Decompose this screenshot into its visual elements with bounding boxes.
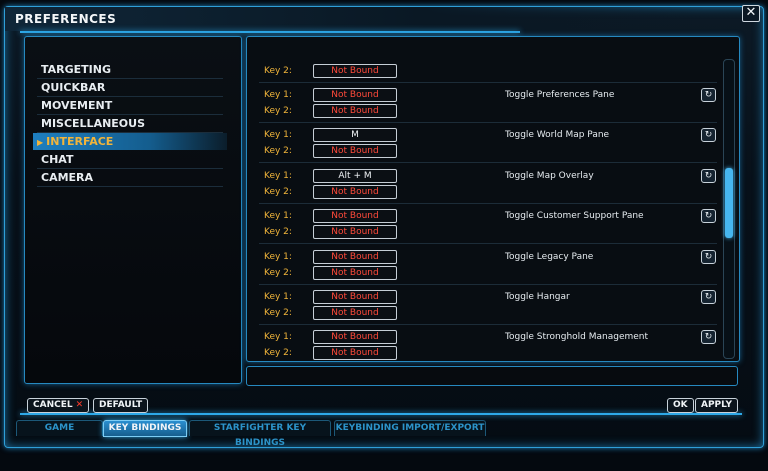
category-chat[interactable]: CHAT [37, 151, 223, 169]
row-divider [259, 122, 717, 123]
key1-binding-box[interactable]: Not Bound [313, 209, 397, 223]
key1-label: Key 1: [264, 90, 292, 100]
close-button[interactable]: ✕ [742, 5, 760, 22]
category-label: MOVEMENT [41, 99, 113, 112]
key2-binding-box[interactable]: Not Bound [313, 346, 397, 360]
key2-binding-box[interactable]: Not Bound [313, 306, 397, 320]
category-interface[interactable]: ▶ INTERFACE [33, 133, 227, 150]
action-label: Toggle Map Overlay [505, 171, 594, 181]
key1-binding-box[interactable]: Not Bound [313, 250, 397, 264]
key2-label: Key 2: [264, 187, 292, 197]
key1-label: Key 1: [264, 332, 292, 342]
reset-binding-icon[interactable]: ↻ [701, 209, 716, 223]
action-label: Toggle Legacy Pane [505, 252, 594, 262]
row-divider [259, 162, 717, 163]
reset-binding-icon[interactable]: ↻ [701, 330, 716, 344]
category-label: INTERFACE [46, 135, 114, 148]
category-miscellaneous[interactable]: MISCELLANEOUS [37, 115, 223, 133]
row-divider [259, 203, 717, 204]
cancel-label: CANCEL [33, 400, 73, 410]
tab-game[interactable]: GAME [16, 420, 103, 436]
row-divider [259, 284, 717, 285]
bottom-accent-line [20, 413, 742, 415]
ok-button[interactable]: OK [667, 398, 694, 413]
category-label: QUICKBAR [41, 81, 106, 94]
scrollbar-thumb[interactable] [725, 168, 733, 238]
tab-keybinding-import-export[interactable]: KEYBINDING IMPORT/EXPORT [334, 420, 486, 436]
key2-label: Key 2: [264, 268, 292, 278]
category-label: CHAT [41, 153, 74, 166]
default-button[interactable]: DEFAULT [93, 398, 149, 413]
tab-starfighter-key-bindings[interactable]: STARFIGHTER KEY BINDINGS [189, 420, 331, 448]
category-movement[interactable]: MOVEMENT [37, 97, 223, 115]
key2-label: Key 2: [264, 348, 292, 358]
apply-button[interactable]: APPLY [695, 398, 739, 413]
description-bar [246, 366, 738, 386]
category-label: MISCELLANEOUS [41, 117, 146, 130]
key2-binding-box[interactable]: Not Bound [313, 225, 397, 239]
cancel-x-icon: ✕ [75, 400, 84, 410]
key1-label: Key 1: [264, 252, 292, 262]
window-title: PREFERENCES [15, 12, 117, 26]
cancel-button[interactable]: CANCEL ✕ [27, 398, 90, 413]
top-accent-line [20, 31, 520, 33]
key2-label: Key 2: [264, 227, 292, 237]
row-divider [259, 324, 717, 325]
key2-binding-box[interactable]: Not Bound [313, 185, 397, 199]
reset-binding-icon[interactable]: ↻ [701, 88, 716, 102]
key1-label: Key 1: [264, 292, 292, 302]
reset-binding-icon[interactable]: ↻ [701, 128, 716, 142]
category-camera[interactable]: CAMERA [37, 169, 223, 187]
key1-binding-box[interactable]: Not Bound [313, 88, 397, 102]
category-targeting[interactable]: TARGETING [37, 61, 223, 79]
action-label: Toggle Hangar [505, 292, 570, 302]
action-label: Toggle Customer Support Pane [505, 211, 644, 221]
key1-binding-box[interactable]: M [313, 128, 397, 142]
action-label: Toggle World Map Pane [505, 130, 610, 140]
key1-label: Key 1: [264, 130, 292, 140]
key1-label: Key 1: [264, 171, 292, 181]
key2-binding-box[interactable]: Not Bound [313, 266, 397, 280]
row-divider [259, 82, 717, 83]
category-list: TARGETING QUICKBAR MOVEMENT MISCELLANEOU… [24, 36, 242, 384]
key2-label: Key 2: [264, 146, 292, 156]
key1-binding-box[interactable]: Alt + M [313, 169, 397, 183]
selected-arrow-icon: ▶ [37, 138, 44, 147]
reset-binding-icon[interactable]: ↻ [701, 250, 716, 264]
row-divider [259, 243, 717, 244]
reset-binding-icon[interactable]: ↻ [701, 169, 716, 183]
key1-binding-box[interactable]: Not Bound [313, 290, 397, 304]
key2-label: Key 2: [264, 308, 292, 318]
key2-binding-box[interactable]: Not Bound [313, 104, 397, 118]
keybinding-list: Key 2: Not Bound Key 1: Not Bound Key 2:… [246, 36, 740, 362]
key2-label: Key 2: [264, 66, 292, 76]
key2-binding-box[interactable]: Not Bound [313, 64, 397, 78]
action-label: Toggle Preferences Pane [505, 90, 615, 100]
key2-binding-box[interactable]: Not Bound [313, 144, 397, 158]
key2-label: Key 2: [264, 106, 292, 116]
category-label: CAMERA [41, 171, 94, 184]
category-quickbar[interactable]: QUICKBAR [37, 79, 223, 97]
category-label: TARGETING [41, 63, 112, 76]
tab-key-bindings[interactable]: KEY BINDINGS [103, 420, 187, 437]
key1-label: Key 1: [264, 211, 292, 221]
reset-binding-icon[interactable]: ↻ [701, 290, 716, 304]
key1-binding-box[interactable]: Not Bound [313, 330, 397, 344]
action-label: Toggle Stronghold Management [505, 332, 649, 342]
